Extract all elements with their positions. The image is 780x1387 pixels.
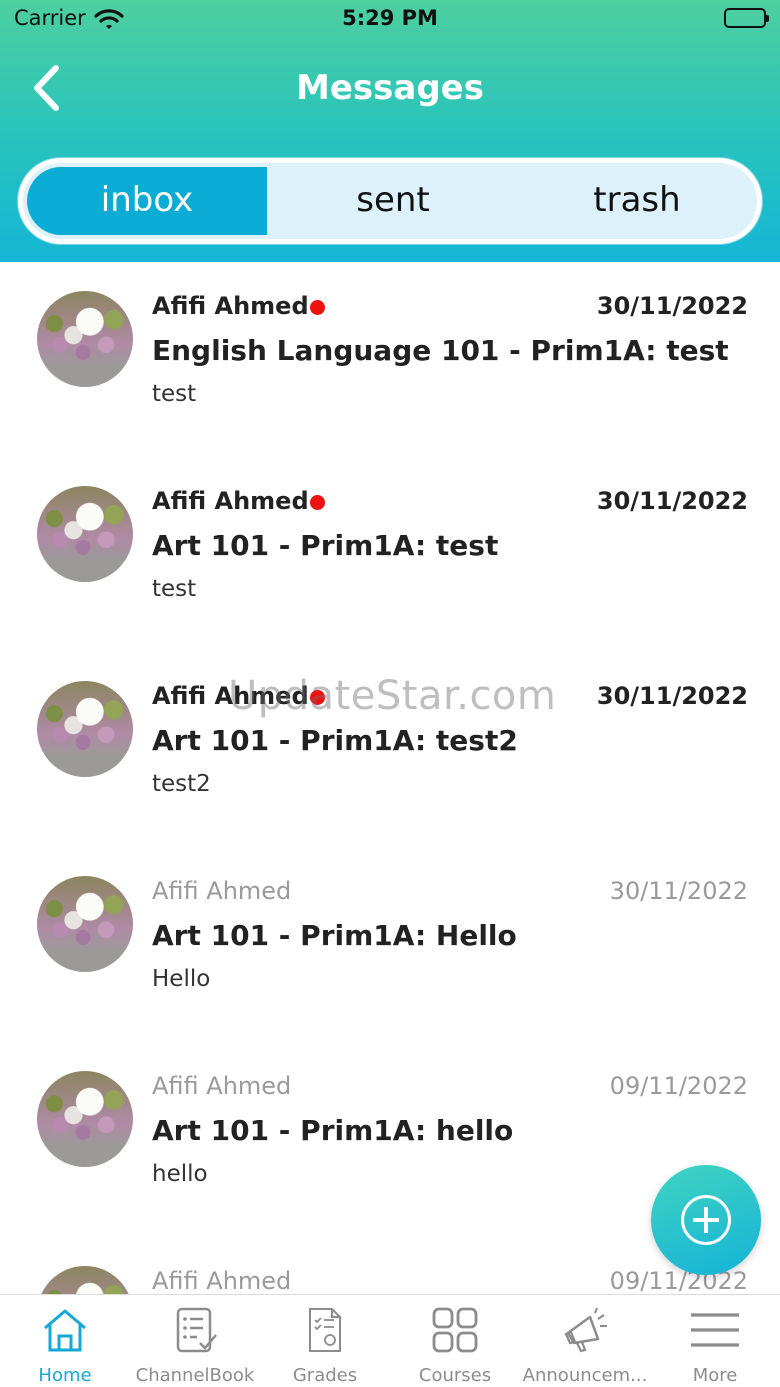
message-subject: English Language 101 - Prim1A: test <box>152 334 729 367</box>
tab-announcements[interactable]: Announcem... <box>520 1295 650 1387</box>
message-sender: Afifi Ahmed <box>152 1072 292 1100</box>
message-preview: Hello <box>152 966 211 992</box>
message-date: 30/11/2022 <box>596 292 748 320</box>
tab-label: Announcem... <box>522 1365 648 1386</box>
avatar <box>37 876 133 972</box>
battery-icon <box>724 8 769 28</box>
message-preview: hello <box>152 1161 208 1187</box>
message-sender: Afifi Ahmed <box>152 877 292 905</box>
tab-label: More <box>692 1365 738 1386</box>
tab-courses[interactable]: Courses <box>390 1295 520 1387</box>
avatar <box>37 291 133 387</box>
bottom-tab-bar: Home ChannelBook Grades Courses Announce… <box>0 1294 780 1387</box>
message-row[interactable]: Afifi Ahmed 30/11/2022 Art 101 - Prim1A:… <box>0 847 780 1042</box>
message-row[interactable]: Afifi Ahmed 30/11/2022 Art 101 - Prim1A:… <box>0 457 780 652</box>
plus-icon <box>681 1195 731 1245</box>
menu-icon <box>691 1313 739 1347</box>
tab-grades[interactable]: Grades <box>260 1295 390 1387</box>
status-bar: Carrier 5:29 PM <box>0 0 780 44</box>
unread-dot <box>309 495 325 510</box>
header: Carrier 5:29 PM Messages inbox sent tras… <box>0 0 780 262</box>
message-date: 30/11/2022 <box>609 877 748 905</box>
message-date: 09/11/2022 <box>609 1072 748 1100</box>
watermark: UpdateStar.com <box>228 673 557 719</box>
home-icon <box>44 1309 86 1352</box>
message-subject: Art 101 - Prim1A: test2 <box>152 724 518 757</box>
avatar <box>37 486 133 582</box>
message-row[interactable]: Afifi Ahmed 30/11/2022 English Language … <box>0 262 780 457</box>
message-preview: test <box>152 381 197 407</box>
avatar <box>37 1071 133 1167</box>
mailbox-segmented-control: inbox sent trash <box>18 158 762 244</box>
message-date: 30/11/2022 <box>596 487 748 515</box>
unread-dot <box>309 300 325 315</box>
message-list[interactable]: Afifi Ahmed 30/11/2022 English Language … <box>0 262 780 1294</box>
checklist-icon <box>176 1307 217 1353</box>
message-preview: test <box>152 576 197 602</box>
avatar <box>37 1266 133 1294</box>
message-subject: Art 101 - Prim1A: hello <box>152 1114 514 1147</box>
status-time: 5:29 PM <box>342 6 438 30</box>
tab-home[interactable]: Home <box>0 1295 130 1387</box>
page-title: Messages <box>296 68 484 108</box>
grid-icon <box>432 1307 478 1353</box>
tab-label: ChannelBook <box>135 1365 255 1386</box>
compose-button[interactable] <box>651 1165 761 1275</box>
message-date: 09/11/2022 <box>609 1267 748 1294</box>
message-sender: Afifi Ahmed <box>152 487 325 515</box>
message-sender: Afifi Ahmed <box>152 1267 292 1294</box>
message-date: 30/11/2022 <box>596 682 748 710</box>
message-sender: Afifi Ahmed <box>152 292 325 320</box>
tab-label: Courses <box>418 1365 492 1386</box>
tab-more[interactable]: More <box>650 1295 780 1387</box>
megaphone-icon <box>564 1307 607 1353</box>
message-preview: test2 <box>152 771 211 797</box>
message-subject: Art 101 - Prim1A: test <box>152 529 499 562</box>
message-subject: Art 101 - Prim1A: Hello <box>152 919 517 952</box>
tab-trash[interactable]: trash <box>517 167 757 235</box>
avatar <box>37 681 133 777</box>
tab-label: Home <box>38 1365 92 1386</box>
tab-sent[interactable]: sent <box>273 167 513 235</box>
grades-document-icon <box>309 1308 341 1352</box>
tab-channelbook[interactable]: ChannelBook <box>130 1295 260 1387</box>
tab-label: Grades <box>292 1365 358 1386</box>
tab-inbox[interactable]: inbox <box>27 167 267 235</box>
